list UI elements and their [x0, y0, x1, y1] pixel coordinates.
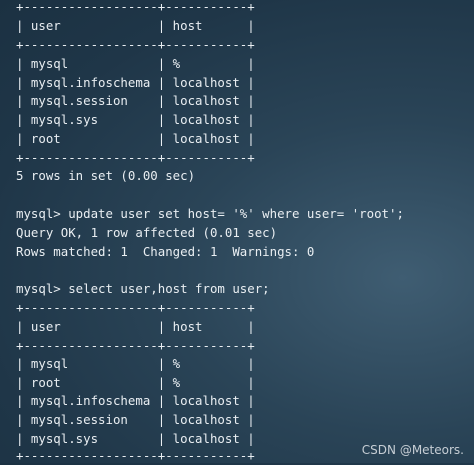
terminal-line: +------------------+-----------+	[16, 300, 255, 315]
terminal-line: | mysql.sys | localhost |	[16, 112, 255, 127]
terminal-line: Query OK, 1 row affected (0.01 sec)	[16, 225, 278, 240]
terminal-line: +------------------+-----------+	[16, 37, 255, 52]
terminal-line: mysql> select user,host from user;	[16, 281, 270, 296]
terminal-line: | root | localhost |	[16, 131, 255, 146]
terminal-line: | mysql.session | localhost |	[16, 412, 255, 427]
terminal-line: | user | host |	[16, 18, 255, 33]
terminal-line: +------------------+-----------+	[16, 0, 255, 14]
terminal-line: | mysql.infoschema | localhost |	[16, 75, 255, 90]
terminal-line: mysql> update user set host= '%' where u…	[16, 206, 404, 221]
terminal-line: | mysql.infoschema | localhost |	[16, 393, 255, 408]
terminal-output: +------------------+-----------+ | user …	[0, 0, 474, 463]
terminal-line: | mysql.session | localhost |	[16, 93, 255, 108]
terminal-line: | user | host |	[16, 319, 255, 334]
watermark: CSDN @Meteors.	[361, 443, 464, 457]
terminal-line: | root | % |	[16, 375, 255, 390]
terminal-line: | mysql | % |	[16, 56, 255, 71]
terminal-line: +------------------+-----------+	[16, 150, 255, 165]
terminal-line: | mysql | % |	[16, 356, 255, 371]
terminal-line: +------------------+-----------+	[16, 448, 255, 463]
terminal-line: 5 rows in set (0.00 sec)	[16, 168, 196, 183]
terminal-line: Rows matched: 1 Changed: 1 Warnings: 0	[16, 244, 315, 259]
terminal-line: +------------------+-----------+	[16, 338, 255, 353]
